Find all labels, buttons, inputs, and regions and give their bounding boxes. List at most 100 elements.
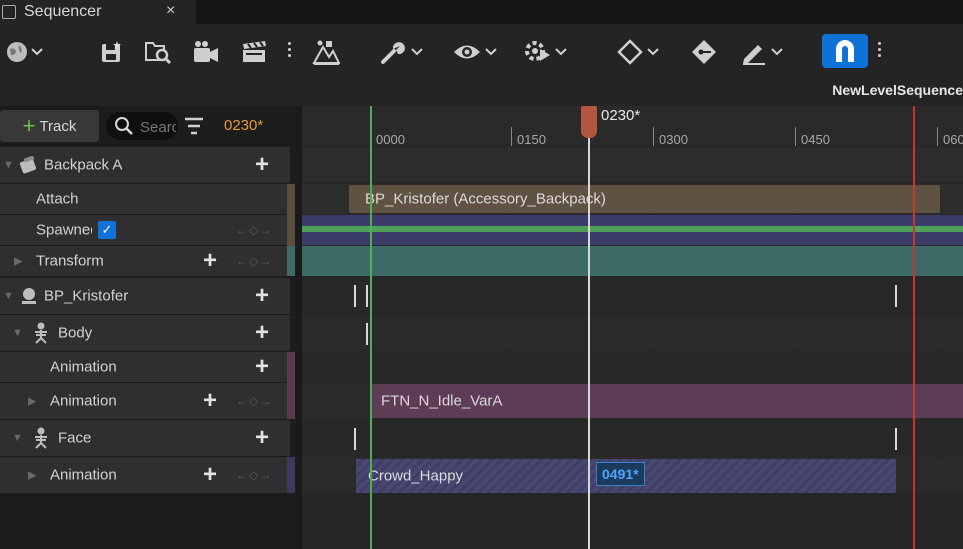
add-key-button[interactable]: +	[203, 389, 217, 413]
track-row-face-animation[interactable]: ▶ Animation + ←◇→	[0, 457, 290, 493]
ruler-tick	[937, 127, 938, 147]
eye-icon	[454, 45, 480, 59]
tab-title: Sequencer	[24, 3, 102, 20]
track-color-stripe	[287, 184, 295, 246]
spawned-checkbox[interactable]: ✓	[98, 221, 116, 239]
chevron-down-icon	[647, 48, 659, 56]
track-label: Face	[58, 429, 92, 447]
section-marker	[895, 428, 897, 450]
playback-start-line[interactable]	[370, 106, 372, 549]
find-icon	[145, 42, 172, 64]
render-movie-button[interactable]	[240, 38, 268, 66]
section-marker	[354, 428, 356, 450]
track-color-stripe	[287, 457, 295, 493]
expand-arrow-icon[interactable]: ▶	[14, 255, 22, 268]
section-label: FTN_N_Idle_VarA	[381, 392, 503, 410]
key-group-button[interactable]	[690, 38, 718, 66]
track-row-face[interactable]: ▼ Face +	[0, 420, 290, 456]
diamond-key-icon	[617, 39, 643, 65]
collapse-arrow-icon[interactable]: ▼	[12, 432, 23, 444]
playhead-line[interactable]	[588, 106, 590, 549]
close-tab-icon[interactable]: ×	[166, 2, 175, 20]
track-row-transform[interactable]: ▶ Transform + ←◇→	[0, 246, 290, 276]
ruler-tick-label: 0600	[943, 132, 963, 147]
globe-icon	[7, 42, 27, 62]
expand-arrow-icon[interactable]: ▶	[28, 469, 36, 482]
toolbar: NewLevelSequence	[0, 24, 963, 106]
track-lane[interactable]	[302, 315, 963, 351]
key-navigation[interactable]: ←◇→	[236, 394, 272, 408]
spawned-true-bar	[302, 226, 963, 232]
track-row-body-animation[interactable]: ▶ Animation + ←◇→	[0, 383, 290, 419]
snap-toggle-button[interactable]	[822, 34, 868, 68]
add-subtrack-button[interactable]: +	[255, 284, 269, 308]
section-marker	[354, 285, 356, 307]
track-label: Backpack A	[44, 156, 123, 174]
collapse-arrow-icon[interactable]: ▼	[3, 159, 14, 171]
track-lane[interactable]	[302, 352, 963, 382]
search-box[interactable]	[106, 112, 178, 140]
current-frame-display[interactable]: 0230*	[224, 117, 263, 134]
playback-options-button[interactable]	[524, 38, 567, 66]
filter-icon[interactable]	[184, 117, 204, 135]
collapse-arrow-icon[interactable]: ▼	[12, 327, 23, 339]
skeleton-icon	[35, 322, 47, 344]
track-label: Animation	[50, 466, 117, 484]
key-navigation[interactable]: ←◇→	[236, 223, 272, 237]
playback-end-line[interactable]	[913, 106, 915, 549]
plus-icon: +	[22, 113, 36, 138]
collapse-arrow-icon[interactable]: ▼	[3, 290, 14, 302]
sequence-name: NewLevelSequence	[832, 82, 963, 98]
track-label: Animation	[50, 392, 117, 410]
add-animation-button[interactable]: +	[255, 355, 269, 379]
key-navigation[interactable]: ←◇→	[236, 254, 272, 268]
key-navigation[interactable]: ←◇→	[236, 468, 272, 482]
key-options-button[interactable]	[616, 38, 659, 66]
world-button[interactable]	[6, 38, 43, 66]
view-options-button[interactable]	[452, 38, 497, 66]
track-row-backpack-a[interactable]: ▼ Backpack A +	[0, 147, 290, 183]
track-lane[interactable]	[302, 278, 963, 314]
add-subtrack-button[interactable]: +	[255, 153, 269, 177]
search-input[interactable]	[138, 116, 178, 138]
wrench-icon	[381, 42, 405, 64]
actor-icon	[19, 156, 37, 174]
save-icon	[102, 41, 121, 62]
track-color-stripe	[287, 246, 295, 276]
add-track-button[interactable]: + Track	[0, 110, 99, 142]
add-key-button[interactable]: +	[203, 463, 217, 487]
track-lane[interactable]	[302, 420, 963, 456]
attach-section[interactable]: BP_Kristofer (Accessory_Backpack)	[349, 185, 940, 213]
edit-mode-button[interactable]	[740, 38, 783, 66]
track-row-bp-kristofer[interactable]: ▼ BP_Kristofer +	[0, 278, 290, 314]
find-in-content-button[interactable]	[144, 38, 172, 66]
track-row-animation-header[interactable]: Animation +	[0, 352, 290, 382]
save-button[interactable]	[100, 38, 124, 66]
add-subtrack-button[interactable]: +	[255, 426, 269, 450]
chevron-down-icon	[411, 48, 423, 56]
mountains-icon	[312, 40, 340, 65]
expand-arrow-icon[interactable]: ▶	[28, 395, 36, 408]
track-label: Body	[58, 324, 93, 342]
camera-add-icon	[194, 41, 218, 62]
pencil-icon	[743, 45, 765, 65]
add-subtrack-button[interactable]: +	[255, 321, 269, 345]
track-row-spawned[interactable]: Spawned ✓ ←◇→	[0, 215, 290, 245]
ruler-tick-label: 0150	[517, 132, 546, 147]
add-camera-button[interactable]	[192, 38, 220, 66]
track-row-attach[interactable]: Attach	[0, 184, 290, 214]
chevron-down-icon	[555, 48, 567, 56]
tools-menu-button[interactable]	[380, 38, 423, 66]
playhead-handle[interactable]	[581, 106, 597, 138]
toolbar-more-menu[interactable]	[288, 39, 292, 60]
transform-lane[interactable]	[302, 246, 963, 276]
track-lane[interactable]	[302, 147, 963, 183]
ruler-tick-label: 0300	[659, 132, 688, 147]
actor-icon	[22, 288, 36, 304]
actions-button[interactable]	[312, 38, 340, 66]
track-row-body[interactable]: ▼ Body +	[0, 315, 290, 351]
add-key-button[interactable]: +	[203, 249, 217, 273]
sequencer-tab[interactable]: Sequencer ×	[0, 0, 196, 24]
body-animation-section[interactable]: FTN_N_Idle_VarA	[372, 384, 963, 418]
snap-options-menu[interactable]	[878, 39, 882, 60]
